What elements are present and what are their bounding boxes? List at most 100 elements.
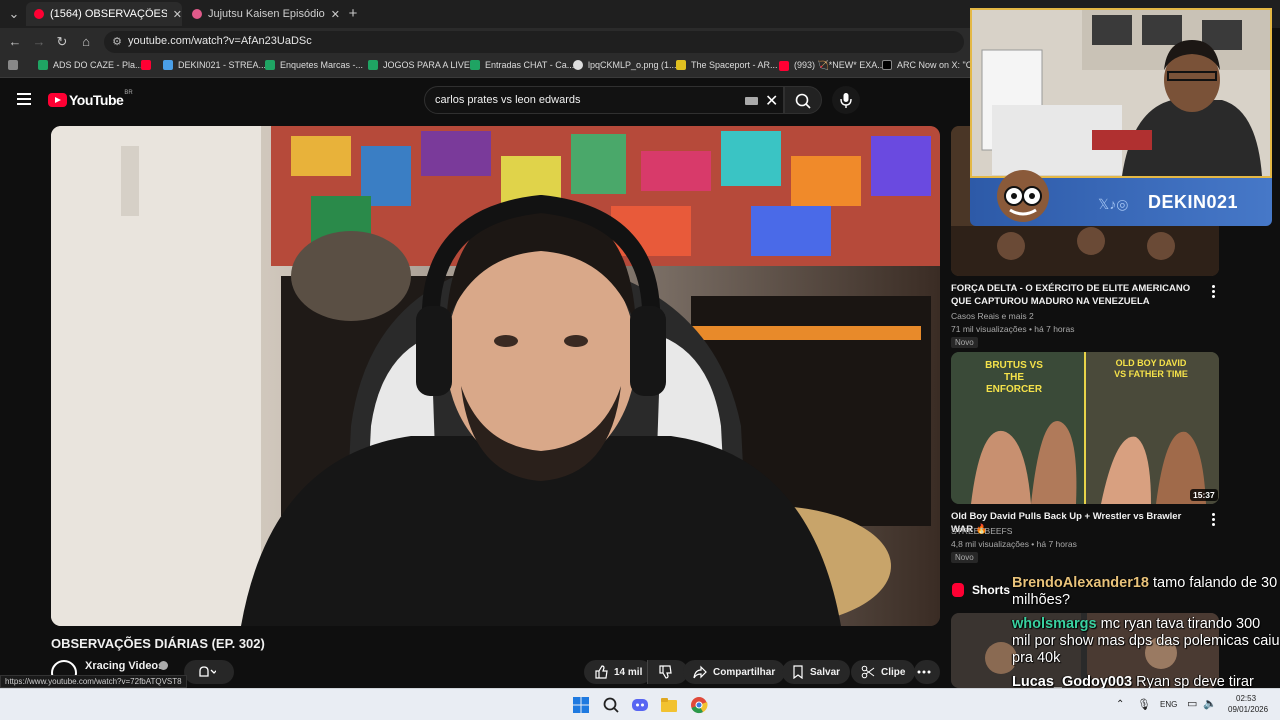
bookmark-item[interactable]: ADS DO CAZE - Pla... xyxy=(38,60,143,70)
chat-username: BrendoAlexander18 xyxy=(1012,575,1149,591)
search-button[interactable] xyxy=(784,86,822,114)
more-horizontal-icon xyxy=(917,670,931,674)
keyboard-icon[interactable] xyxy=(745,97,758,105)
thumbnail-text: BRUTUS VS THE ENFORCER xyxy=(985,360,1043,395)
omnibox[interactable]: ⚙ youtube.com/watch?v=AfAn23UaDSc xyxy=(104,31,964,53)
youtube-favicon-icon xyxy=(34,9,44,19)
social-icons: 𝕏♪◎ xyxy=(1098,196,1129,212)
windows-start-icon[interactable] xyxy=(572,696,590,714)
like-button[interactable]: 14 mil xyxy=(584,660,653,684)
notifications-button[interactable] xyxy=(184,660,234,684)
close-tab-icon[interactable]: ✕ xyxy=(173,8,182,21)
like-count: 14 mil xyxy=(614,666,643,678)
back-icon[interactable]: ← xyxy=(7,34,23,50)
bookmark-item[interactable]: Enquetes Marcas -... xyxy=(265,60,363,70)
site-info-icon[interactable]: ⚙ xyxy=(110,35,124,49)
streamer-handle: DEKIN021 xyxy=(1148,192,1239,212)
chat-message: BrendoAlexander18 tamo falando de 30 mil… xyxy=(1012,575,1280,609)
reload-icon[interactable]: ↻ xyxy=(54,34,70,50)
clock-time[interactable]: 02:53 xyxy=(1236,694,1256,703)
volume-icon[interactable]: 🔈 xyxy=(1203,697,1217,710)
url-text: youtube.com/watch?v=AfAn23UaDSc xyxy=(128,35,312,47)
country-code: BR xyxy=(124,90,133,96)
bookmark-icon xyxy=(793,665,803,679)
clock-date[interactable]: 09/01/2026 xyxy=(1228,705,1268,714)
rec-meta: 71 mil visualizações • há 7 horas xyxy=(951,324,1075,334)
discord-icon[interactable] xyxy=(631,696,649,714)
webcam-image xyxy=(972,10,1270,176)
more-vertical-icon[interactable] xyxy=(1212,285,1215,300)
tab-search-icon[interactable]: ⌄ xyxy=(6,6,22,22)
more-vertical-icon[interactable] xyxy=(1212,513,1215,528)
verified-icon xyxy=(159,661,168,670)
bookmark-item[interactable]: Entradas CHAT - Ca... xyxy=(470,60,574,70)
video-player[interactable] xyxy=(51,126,940,626)
video-frame xyxy=(51,126,940,626)
mascot-avatar-icon xyxy=(997,170,1049,222)
address-bar-row: ← → ↻ ⌂ ⚙ youtube.com/watch?v=AfAn23UaDS… xyxy=(0,28,970,56)
shorts-section-header: Shorts xyxy=(952,583,1010,597)
bookmarks-bar: ADS DO CAZE - Pla... DEKIN021 - STREA...… xyxy=(0,56,985,78)
search-input[interactable]: carlos prates vs leon edwards ✕ xyxy=(424,86,784,114)
thumbs-up-icon xyxy=(595,665,608,679)
webcam-frame xyxy=(970,8,1272,178)
new-tab-icon[interactable]: + xyxy=(345,6,361,22)
bookmark-item[interactable] xyxy=(141,60,156,70)
thumbs-down-icon xyxy=(659,665,672,679)
microphone-icon xyxy=(840,93,852,108)
bookmark-item[interactable]: (993) 🏹*NEW* EXA... xyxy=(779,60,885,71)
rec-channel[interactable]: Casos Reais e mais 2 xyxy=(951,311,1034,321)
streamer-banner: 𝕏♪◎ DEKIN021 xyxy=(970,170,1272,226)
clip-button[interactable]: Clipe xyxy=(851,660,916,684)
tab-title: (1564) OBSERVAÇÕES DIÁRIAS xyxy=(50,8,167,20)
input-language[interactable]: ENG xyxy=(1160,700,1177,709)
scissors-icon xyxy=(861,665,875,679)
youtube-header: YouTube BR carlos prates vs leon edwards… xyxy=(0,78,950,122)
menu-icon[interactable] xyxy=(17,93,31,105)
windows-taskbar: ⌃ 🎙 ENG ▭ 🔈 02:53 09/01/2026 xyxy=(0,688,1280,720)
new-badge: Novo xyxy=(951,552,978,563)
dislike-button[interactable] xyxy=(647,660,688,684)
duration-badge: 15:37 xyxy=(1190,489,1218,501)
video-title: OBSERVAÇÕES DIÁRIAS (EP. 302) xyxy=(51,636,265,651)
chrome-icon[interactable] xyxy=(690,696,708,714)
bookmark-item[interactable]: DEKIN021 - STREA... xyxy=(163,60,266,70)
tab-favicon-icon xyxy=(192,9,202,19)
rec-channel[interactable]: STREETBEEFS xyxy=(951,526,1012,536)
link-status-bubble: https://www.youtube.com/watch?v=72fbATQV… xyxy=(0,675,187,688)
chat-message: wholsmargs mc ryan tava tirando 300 mil … xyxy=(1012,616,1280,667)
display-icon[interactable]: ▭ xyxy=(1187,697,1197,710)
search-icon xyxy=(795,93,811,109)
share-icon xyxy=(693,665,707,679)
youtube-logo[interactable]: YouTube BR xyxy=(48,90,133,108)
bookmark-item[interactable]: JOGOS PARA A LIVE... xyxy=(368,60,477,70)
clear-search-icon[interactable]: ✕ xyxy=(765,91,778,111)
bookmark-item[interactable]: The Spaceport - AR... xyxy=(676,60,778,70)
share-button[interactable]: Compartilhar xyxy=(683,660,786,684)
tray-overflow-icon[interactable]: ⌃ xyxy=(1116,699,1124,710)
rec-thumbnail[interactable]: BRUTUS VS THE ENFORCER OLD BOY DAVID VS … xyxy=(951,352,1219,504)
more-actions-button[interactable] xyxy=(914,660,940,684)
bell-icon xyxy=(199,666,216,677)
forward-icon[interactable]: → xyxy=(31,34,47,50)
save-button[interactable]: Salvar xyxy=(782,660,851,684)
search-icon[interactable] xyxy=(602,696,620,714)
home-icon[interactable]: ⌂ xyxy=(78,34,94,50)
voice-search-button[interactable] xyxy=(832,86,860,114)
new-badge: Novo xyxy=(951,337,978,348)
browser-tab-active[interactable]: (1564) OBSERVAÇÕES DIÁRIAS ✕ xyxy=(26,2,182,26)
apps-grid-icon[interactable] xyxy=(8,60,23,70)
shorts-icon xyxy=(952,583,964,597)
microphone-icon[interactable]: 🎙 xyxy=(1137,698,1151,711)
close-tab-icon[interactable]: ✕ xyxy=(331,8,340,21)
rec-meta: 4,8 mil visualizações • há 7 horas xyxy=(951,539,1077,549)
file-explorer-icon[interactable] xyxy=(660,696,678,714)
tab-title: Jujutsu Kaisen Episódio 09 - An xyxy=(208,8,325,20)
channel-name[interactable]: Xracing Videos xyxy=(85,660,164,672)
rec-title[interactable]: FORÇA DELTA - O EXÉRCITO DE ELITE AMERIC… xyxy=(951,282,1201,308)
bookmark-item[interactable]: lpqCKMLP_o.png (1... xyxy=(573,60,677,70)
streamer-webcam-overlay: 𝕏♪◎ DEKIN021 xyxy=(970,8,1272,226)
browser-tab[interactable]: Jujutsu Kaisen Episódio 09 - An ✕ xyxy=(184,2,340,26)
chat-username: wholsmargs xyxy=(1012,616,1097,632)
youtube-play-icon xyxy=(48,93,67,107)
